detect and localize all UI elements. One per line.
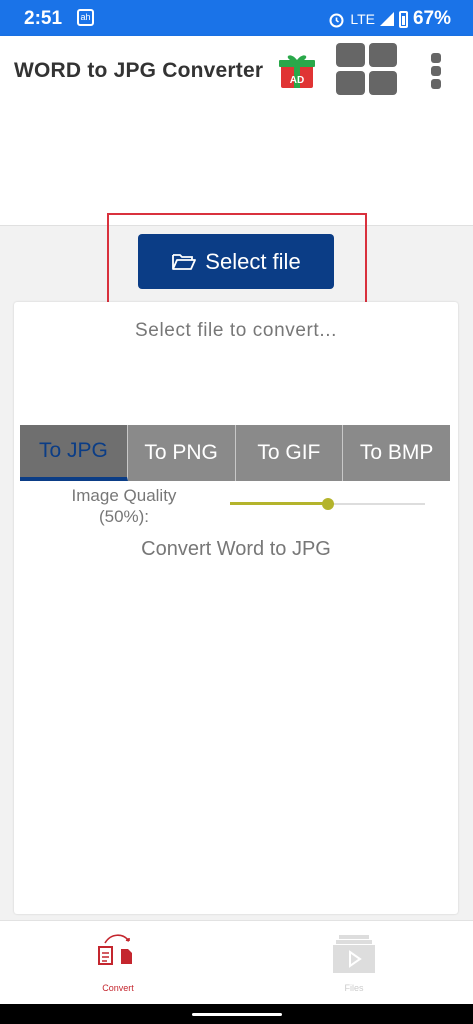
grid-cell (368, 71, 397, 95)
notification-icon: ah (77, 9, 94, 26)
convert-label: Convert Word to JPG (141, 538, 331, 560)
dot (431, 79, 441, 89)
alarm-icon (329, 13, 344, 27)
select-file-button[interactable]: Select file (138, 234, 334, 289)
grid-cell (368, 43, 397, 67)
status-bar: 2:51 ah LTE 67% (0, 0, 473, 36)
dot (431, 66, 441, 76)
nav-label-convert: Convert (102, 983, 134, 993)
folder-open-icon (172, 253, 197, 270)
more-vert-icon[interactable] (424, 50, 448, 90)
bottom-nav: Convert Files (0, 920, 473, 1004)
tab-to-png[interactable]: To PNG (128, 425, 236, 481)
tab-to-gif[interactable]: To GIF (236, 425, 344, 481)
format-tabs: To JPG To PNG To GIF To BMP (20, 425, 450, 481)
image-quality-label: Image Quality (50%): (44, 485, 204, 527)
select-hint: Select file to convert... (135, 320, 337, 341)
network-type: LTE (350, 11, 375, 27)
quality-slider[interactable] (230, 498, 425, 510)
files-icon (333, 935, 375, 973)
nav-item-files[interactable]: Files (294, 921, 414, 1005)
ad-banner-area (0, 104, 473, 226)
quality-label-line2: (50%): (98, 507, 150, 526)
signal-icon (379, 12, 394, 26)
gift-ad-icon[interactable]: AD (278, 52, 316, 90)
select-file-label: Select file (205, 248, 301, 274)
grid-apps-icon[interactable] (336, 43, 397, 95)
tab-to-jpg[interactable]: To JPG (20, 425, 128, 481)
tab-to-bmp[interactable]: To BMP (343, 425, 450, 481)
converter-card: Select file to convert... To JPG To PNG … (14, 302, 458, 914)
home-gesture-pill[interactable] (192, 1013, 282, 1016)
ad-badge-text: AD (290, 75, 304, 86)
nav-item-convert[interactable]: Convert (58, 921, 178, 1005)
dot (431, 53, 441, 63)
system-nav-bar (0, 1004, 473, 1024)
battery-icon (398, 10, 408, 28)
quality-label-line1: Image Quality (71, 486, 177, 505)
app-bar: WORD to JPG Converter AD (0, 36, 473, 104)
slider-fill (230, 502, 328, 505)
status-right: LTE 67% (328, 8, 451, 30)
status-time: 2:51 (24, 8, 63, 29)
grid-cell (336, 71, 365, 95)
slider-thumb[interactable] (321, 498, 334, 510)
convert-icon (98, 934, 132, 965)
battery-percent: 67% (412, 8, 451, 29)
app-title: WORD to JPG Converter (14, 59, 264, 82)
nav-label-files: Files (344, 983, 364, 993)
grid-cell (336, 43, 365, 67)
